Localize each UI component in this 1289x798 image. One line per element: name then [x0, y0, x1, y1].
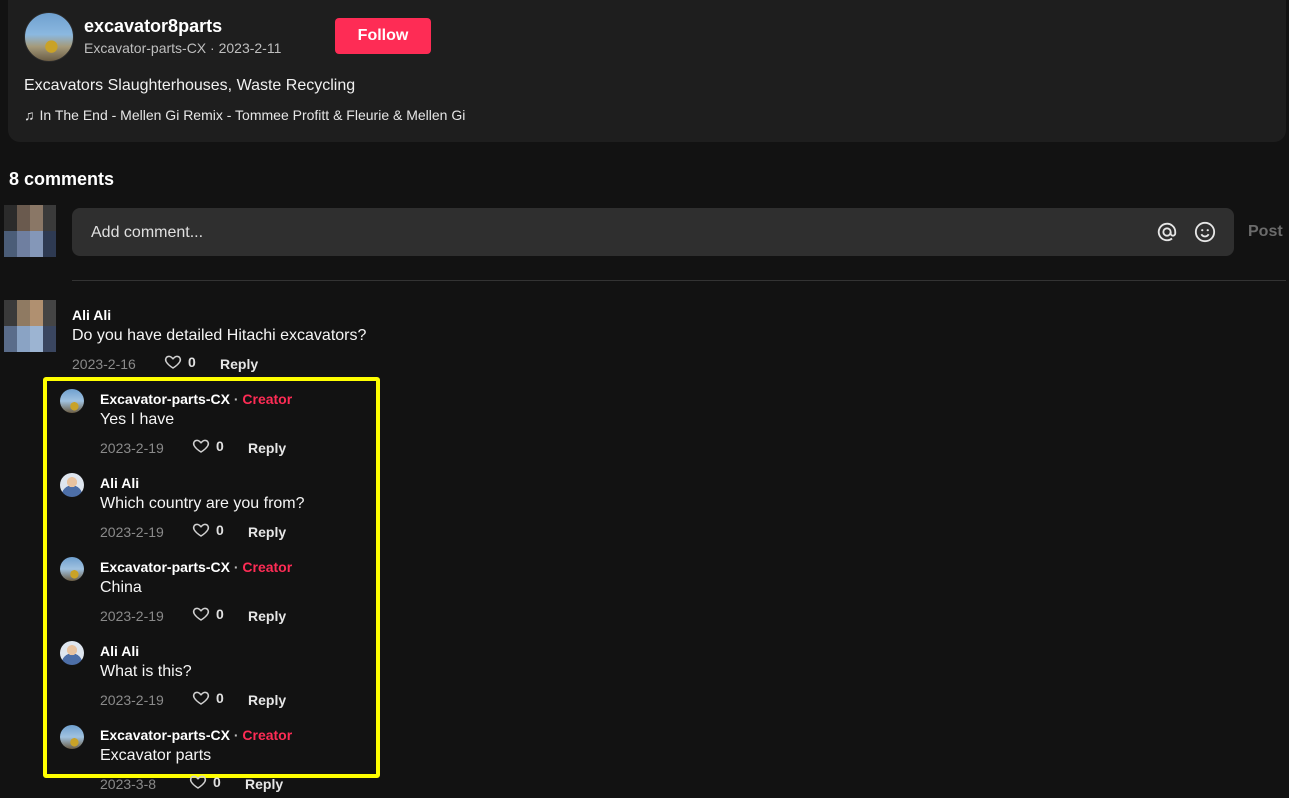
reply-date: 2023-3-8 [100, 776, 157, 792]
like-count: 0 [188, 354, 196, 370]
post-info-card: excavator8parts Excavator-parts-CX · 202… [8, 0, 1286, 142]
comment-composer [72, 208, 1234, 258]
reply-author[interactable]: Excavator-parts-CX [100, 391, 230, 407]
reply-author-line: Ali Ali [100, 643, 139, 659]
reply-author-line: Excavator-parts-CX · Creator [100, 727, 292, 743]
reply-button[interactable]: Reply [248, 440, 286, 456]
music-title[interactable]: In The End - Mellen Gi Remix - Tommee Pr… [40, 107, 466, 123]
reply-text: Yes I have [100, 411, 175, 428]
music-link[interactable]: ♫ In The End - Mellen Gi Remix - Tommee P… [24, 107, 465, 123]
follow-button[interactable]: Follow [335, 18, 431, 54]
reply-text: What is this? [100, 663, 192, 680]
reply-author-line: Excavator-parts-CX · Creator [100, 391, 292, 407]
reply-author-line: Excavator-parts-CX · Creator [100, 559, 292, 575]
author-subline: Excavator-parts-CX · 2023-2-11 [84, 40, 282, 56]
reply-button[interactable]: Reply [248, 692, 286, 708]
reply-text: Which country are you from? [100, 495, 305, 512]
reply-author-line: Ali Ali [100, 475, 139, 491]
comment-date: 2023-2-16 [72, 356, 136, 372]
reply-avatar[interactable] [60, 641, 84, 665]
mention-icon[interactable] [1156, 221, 1178, 243]
reply-button[interactable]: Reply [220, 356, 258, 372]
reply-text: Excavator parts [100, 747, 212, 764]
reply-date: 2023-2-19 [100, 524, 164, 540]
reply-date: 2023-2-19 [100, 692, 164, 708]
like-count: 0 [216, 690, 224, 706]
creator-badge: Creator [242, 391, 293, 407]
comment-like-button[interactable]: 0 [164, 353, 196, 371]
reply-like-button[interactable]: 0 [192, 521, 224, 539]
reply-avatar[interactable] [60, 725, 84, 749]
reply-like-button[interactable]: 0 [192, 437, 224, 455]
author-username[interactable]: excavator8parts [84, 16, 222, 37]
reply-button[interactable]: Reply [245, 776, 283, 792]
heart-icon [192, 691, 210, 705]
post-description: Excavators Slaughterhouses, Waste Recycl… [24, 77, 356, 94]
heart-icon [192, 607, 210, 621]
heart-icon [192, 523, 210, 537]
reply-like-button[interactable]: 0 [189, 773, 221, 791]
author-avatar[interactable] [24, 12, 74, 62]
separator: · [229, 391, 243, 407]
music-note-icon: ♫ [24, 107, 35, 123]
reply-avatar[interactable] [60, 389, 84, 413]
reply-like-button[interactable]: 0 [192, 689, 224, 707]
like-count: 0 [213, 774, 221, 790]
creator-badge: Creator [242, 727, 293, 743]
like-count: 0 [216, 522, 224, 538]
like-count: 0 [216, 606, 224, 622]
heart-icon [164, 355, 182, 369]
reply-author[interactable]: Ali Ali [100, 475, 139, 491]
comments-count: 8 comments [9, 169, 115, 189]
reply-like-button[interactable]: 0 [192, 605, 224, 623]
reply-author[interactable]: Ali Ali [100, 643, 139, 659]
comment-text: Do you have detailed Hitachi excavators? [72, 327, 367, 344]
divider [72, 280, 1286, 281]
reply-button[interactable]: Reply [248, 608, 286, 624]
reply-author[interactable]: Excavator-parts-CX [100, 559, 230, 575]
heart-icon [192, 439, 210, 453]
comment-author[interactable]: Ali Ali [72, 307, 111, 323]
separator: · [229, 727, 243, 743]
like-count: 0 [216, 438, 224, 454]
comment-input[interactable] [89, 208, 1133, 258]
reply-button[interactable]: Reply [248, 524, 286, 540]
commenter-avatar[interactable] [4, 300, 56, 352]
heart-icon [189, 775, 207, 789]
post-comment-button[interactable]: Post [1248, 223, 1283, 241]
current-user-avatar [4, 205, 56, 257]
reply-avatar[interactable] [60, 557, 84, 581]
reply-avatar[interactable] [60, 473, 84, 497]
separator: · [229, 559, 243, 575]
creator-badge: Creator [242, 559, 293, 575]
reply-date: 2023-2-19 [100, 608, 164, 624]
reply-text: China [100, 579, 142, 596]
emoji-icon[interactable] [1194, 221, 1216, 243]
reply-author[interactable]: Excavator-parts-CX [100, 727, 230, 743]
reply-date: 2023-2-19 [100, 440, 164, 456]
